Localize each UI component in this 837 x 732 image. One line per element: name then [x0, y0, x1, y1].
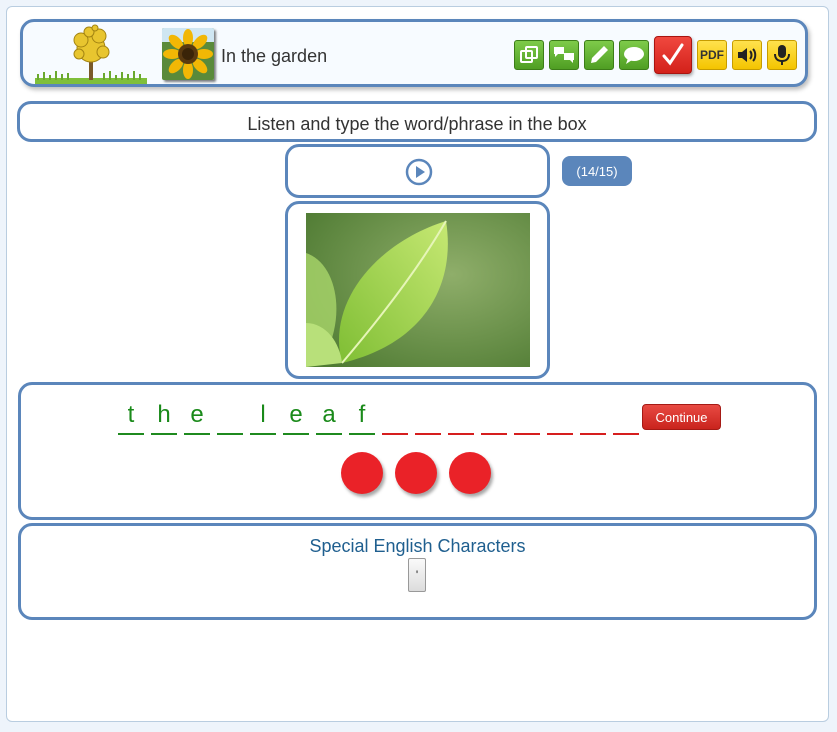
letter-slot — [481, 399, 507, 435]
letter-slot — [514, 399, 540, 435]
speech-bubble-icon — [624, 47, 644, 64]
letter-slot: l — [250, 399, 276, 435]
letter-slot — [547, 399, 573, 435]
attempts-indicator — [341, 452, 491, 494]
letter-slot: e — [184, 399, 210, 435]
letter-slot: a — [316, 399, 342, 435]
attempt-dot — [341, 452, 383, 494]
letter-slot — [448, 399, 474, 435]
matching-button[interactable] — [549, 40, 579, 70]
apostrophe-button[interactable]: ' — [408, 558, 426, 592]
pencil-icon — [591, 46, 608, 63]
letter-slot — [217, 399, 243, 435]
sound-button[interactable] — [732, 40, 762, 70]
flashcards-button[interactable] — [514, 40, 544, 70]
instruction-panel: Listen and type the word/phrase in the b… — [17, 101, 817, 142]
pdf-icon: PDF — [700, 48, 724, 62]
continue-button[interactable]: Continue — [642, 404, 721, 430]
image-panel — [285, 201, 550, 379]
instruction-text: Listen and type the word/phrase in the b… — [247, 114, 587, 134]
attempt-dot — [395, 452, 437, 494]
letter-slot — [415, 399, 441, 435]
speaker-icon — [738, 48, 757, 62]
pdf-button[interactable]: PDF — [697, 40, 727, 70]
toolbar: PDF — [514, 36, 797, 74]
tree-logo-icon — [35, 24, 147, 84]
flashcards-icon — [520, 46, 538, 63]
letter-slot — [613, 399, 639, 435]
spelling-test-button[interactable] — [654, 36, 692, 74]
special-characters-title: Special English Characters — [309, 536, 526, 556]
lesson-title: In the garden — [221, 46, 328, 66]
special-characters-panel: Special English Characters ' — [18, 523, 817, 620]
letter-slot — [382, 399, 408, 435]
speech-bubble-button[interactable] — [619, 40, 649, 70]
answer-slots[interactable]: theleaf — [118, 399, 639, 435]
letter-slot: e — [283, 399, 309, 435]
answer-panel: theleaf Continue — [18, 382, 817, 520]
progress-counter: (14/15) — [562, 156, 632, 186]
pencil-button[interactable] — [584, 40, 614, 70]
audio-panel — [285, 144, 550, 198]
letter-slot: t — [118, 399, 144, 435]
matching-icon — [554, 47, 574, 63]
leaf-image — [306, 213, 530, 367]
checkmark-icon — [662, 43, 684, 66]
record-button[interactable] — [767, 40, 797, 70]
sunflower-thumbnail — [162, 28, 214, 80]
letter-slot: f — [349, 399, 375, 435]
letter-slot — [580, 399, 606, 435]
microphone-icon — [774, 45, 790, 65]
attempt-dot — [449, 452, 491, 494]
letter-slot: h — [151, 399, 177, 435]
play-icon[interactable] — [405, 158, 433, 186]
lesson-header: In the garden PDF — [20, 19, 808, 87]
